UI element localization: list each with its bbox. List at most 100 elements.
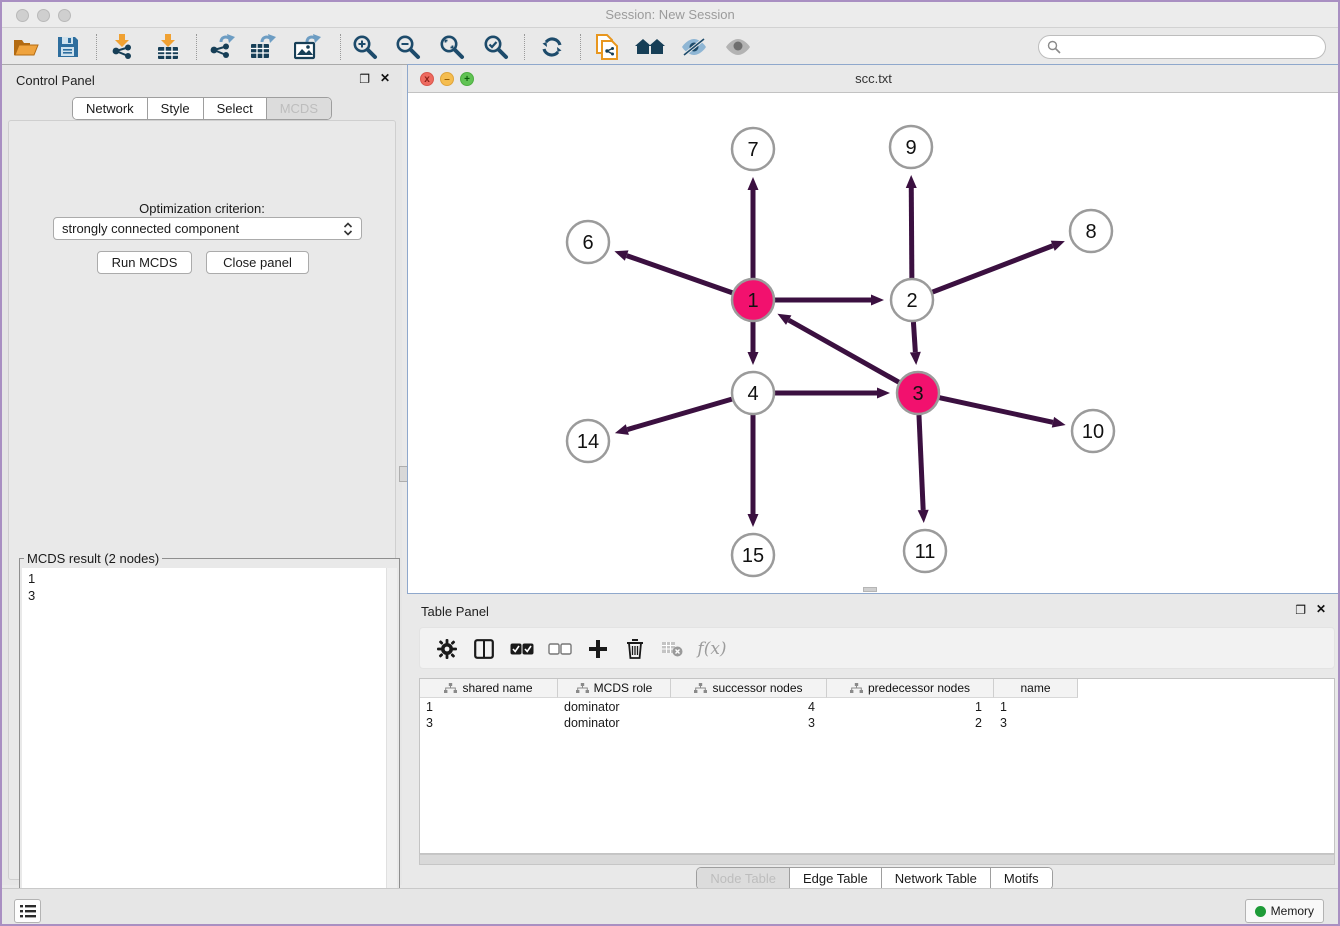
node-10[interactable]: 10 xyxy=(1072,410,1114,452)
table-panel: Table Panel ❐ ✕ f(x xyxy=(407,598,1340,888)
open-session-icon[interactable] xyxy=(10,32,42,62)
tab-node-table[interactable]: Node Table xyxy=(697,868,789,889)
node-7[interactable]: 7 xyxy=(732,128,774,170)
network-titlebar[interactable]: x – + scc.txt xyxy=(408,65,1339,93)
export-image-icon[interactable] xyxy=(292,32,324,62)
cell-mcds-role[interactable]: dominator xyxy=(558,699,671,715)
run-mcds-button[interactable]: Run MCDS xyxy=(97,251,192,274)
tab-style[interactable]: Style xyxy=(147,98,203,119)
table-tabs: Node TableEdge TableNetwork TableMotifs xyxy=(407,867,1340,890)
node-label: 8 xyxy=(1085,221,1096,243)
result-scrollbar[interactable] xyxy=(386,568,397,919)
node-2[interactable]: 2 xyxy=(891,279,933,321)
node-label: 4 xyxy=(747,383,758,405)
cell-shared-name[interactable]: 1 xyxy=(420,699,558,715)
hide-eye-icon[interactable] xyxy=(678,32,710,62)
tab-edge-table[interactable]: Edge Table xyxy=(789,868,881,889)
edge-4-14[interactable] xyxy=(627,399,732,429)
refresh-layout-icon[interactable] xyxy=(536,32,568,62)
cell-shared-name[interactable]: 3 xyxy=(420,715,558,731)
delete-column-trash-icon[interactable] xyxy=(620,634,650,664)
edge-2-8[interactable] xyxy=(933,246,1053,292)
optimization-criterion-label: Optimization criterion: xyxy=(9,201,395,216)
zoom-out-icon[interactable] xyxy=(392,32,424,62)
import-table-icon[interactable] xyxy=(152,32,184,62)
search-box[interactable] xyxy=(1038,35,1326,59)
node-label: 15 xyxy=(742,545,764,567)
node-label: 10 xyxy=(1082,421,1104,443)
mcds-result-textarea[interactable]: 13 xyxy=(22,568,397,919)
save-session-icon[interactable] xyxy=(52,32,84,62)
tab-select[interactable]: Select xyxy=(203,98,266,119)
column-header-shared-name[interactable]: shared name xyxy=(420,679,558,698)
cell-predecessor-nodes[interactable]: 2 xyxy=(827,715,994,731)
table-scroll-strip[interactable] xyxy=(419,854,1335,865)
cell-name[interactable]: 3 xyxy=(994,715,1078,731)
node-4[interactable]: 4 xyxy=(732,372,774,414)
optimization-criterion-select[interactable]: strongly connected component xyxy=(53,217,362,240)
node-table[interactable]: shared nameMCDS rolesuccessor nodesprede… xyxy=(419,678,1335,854)
edge-3-11[interactable] xyxy=(919,415,923,510)
close-panel-button[interactable]: Close panel xyxy=(206,251,309,274)
tab-mcds[interactable]: MCDS xyxy=(266,98,331,119)
node-3[interactable]: 3 xyxy=(897,372,939,414)
column-type-icon xyxy=(576,683,589,694)
duplicate-network-icon[interactable] xyxy=(591,32,623,62)
cell-mcds-role[interactable]: dominator xyxy=(558,715,671,731)
close-panel-icon[interactable]: ✕ xyxy=(380,72,390,84)
deselect-checkboxes-icon[interactable] xyxy=(545,634,575,664)
node-11[interactable]: 11 xyxy=(904,530,946,572)
cell-predecessor-nodes[interactable]: 1 xyxy=(827,699,994,715)
control-panel-title: Control Panel xyxy=(16,73,95,88)
search-input[interactable] xyxy=(1061,39,1325,55)
tab-network[interactable]: Network xyxy=(73,98,147,119)
export-network-icon[interactable] xyxy=(206,32,238,62)
node-15[interactable]: 15 xyxy=(732,534,774,576)
edge-1-6[interactable] xyxy=(627,256,733,293)
zoom-selected-icon[interactable] xyxy=(480,32,512,62)
node-8[interactable]: 8 xyxy=(1070,210,1112,252)
edge-3-10[interactable] xyxy=(939,398,1052,423)
column-header-successor-nodes[interactable]: successor nodes xyxy=(671,679,827,698)
memory-button[interactable]: Memory xyxy=(1245,899,1324,923)
table-settings-gear-icon[interactable] xyxy=(432,634,462,664)
canvas-resize-handle[interactable] xyxy=(863,587,877,592)
tab-network-table[interactable]: Network Table xyxy=(881,868,990,889)
tab-motifs[interactable]: Motifs xyxy=(990,868,1052,889)
column-header-name[interactable]: name xyxy=(994,679,1078,698)
add-column-icon[interactable] xyxy=(583,634,613,664)
table-toolbar: f(x) xyxy=(419,627,1335,669)
delete-table-icon[interactable] xyxy=(657,634,687,664)
float-table-panel-icon[interactable]: ❐ xyxy=(1295,604,1306,616)
show-eye-icon[interactable] xyxy=(722,32,754,62)
table-row[interactable]: 3dominator323 xyxy=(420,715,1078,731)
export-table-icon[interactable] xyxy=(248,32,280,62)
edge-2-3[interactable] xyxy=(913,322,915,352)
edge-2-9[interactable] xyxy=(911,188,912,278)
node-1[interactable]: 1 xyxy=(732,279,774,321)
zoom-in-icon[interactable] xyxy=(349,32,381,62)
cell-name[interactable]: 1 xyxy=(994,699,1078,715)
table-row[interactable]: 1dominator411 xyxy=(420,699,1078,715)
import-network-icon[interactable] xyxy=(106,32,138,62)
cell-successor-nodes[interactable]: 3 xyxy=(671,715,827,731)
home-icon[interactable] xyxy=(634,32,666,62)
column-header-mcds-role[interactable]: MCDS role xyxy=(558,679,671,698)
column-header-predecessor-nodes[interactable]: predecessor nodes xyxy=(827,679,994,698)
close-table-panel-icon[interactable]: ✕ xyxy=(1316,603,1326,615)
main-toolbar xyxy=(2,29,1338,65)
zoom-fit-icon[interactable] xyxy=(436,32,468,62)
cell-successor-nodes[interactable]: 4 xyxy=(671,699,827,715)
function-builder-fx-icon[interactable]: f(x) xyxy=(692,634,732,664)
network-canvas[interactable]: 7 9 6 8 1 2 4 3 14 10 15 11 xyxy=(408,93,1339,593)
task-history-button[interactable] xyxy=(14,899,41,923)
float-panel-icon[interactable]: ❐ xyxy=(359,73,370,85)
split-columns-icon[interactable] xyxy=(469,634,499,664)
node-6[interactable]: 6 xyxy=(567,221,609,263)
node-9[interactable]: 9 xyxy=(890,126,932,168)
node-label: 7 xyxy=(747,139,758,161)
edge-3-1[interactable] xyxy=(789,320,899,382)
node-label: 14 xyxy=(577,431,599,453)
node-14[interactable]: 14 xyxy=(567,420,609,462)
select-all-checkboxes-icon[interactable] xyxy=(507,634,537,664)
